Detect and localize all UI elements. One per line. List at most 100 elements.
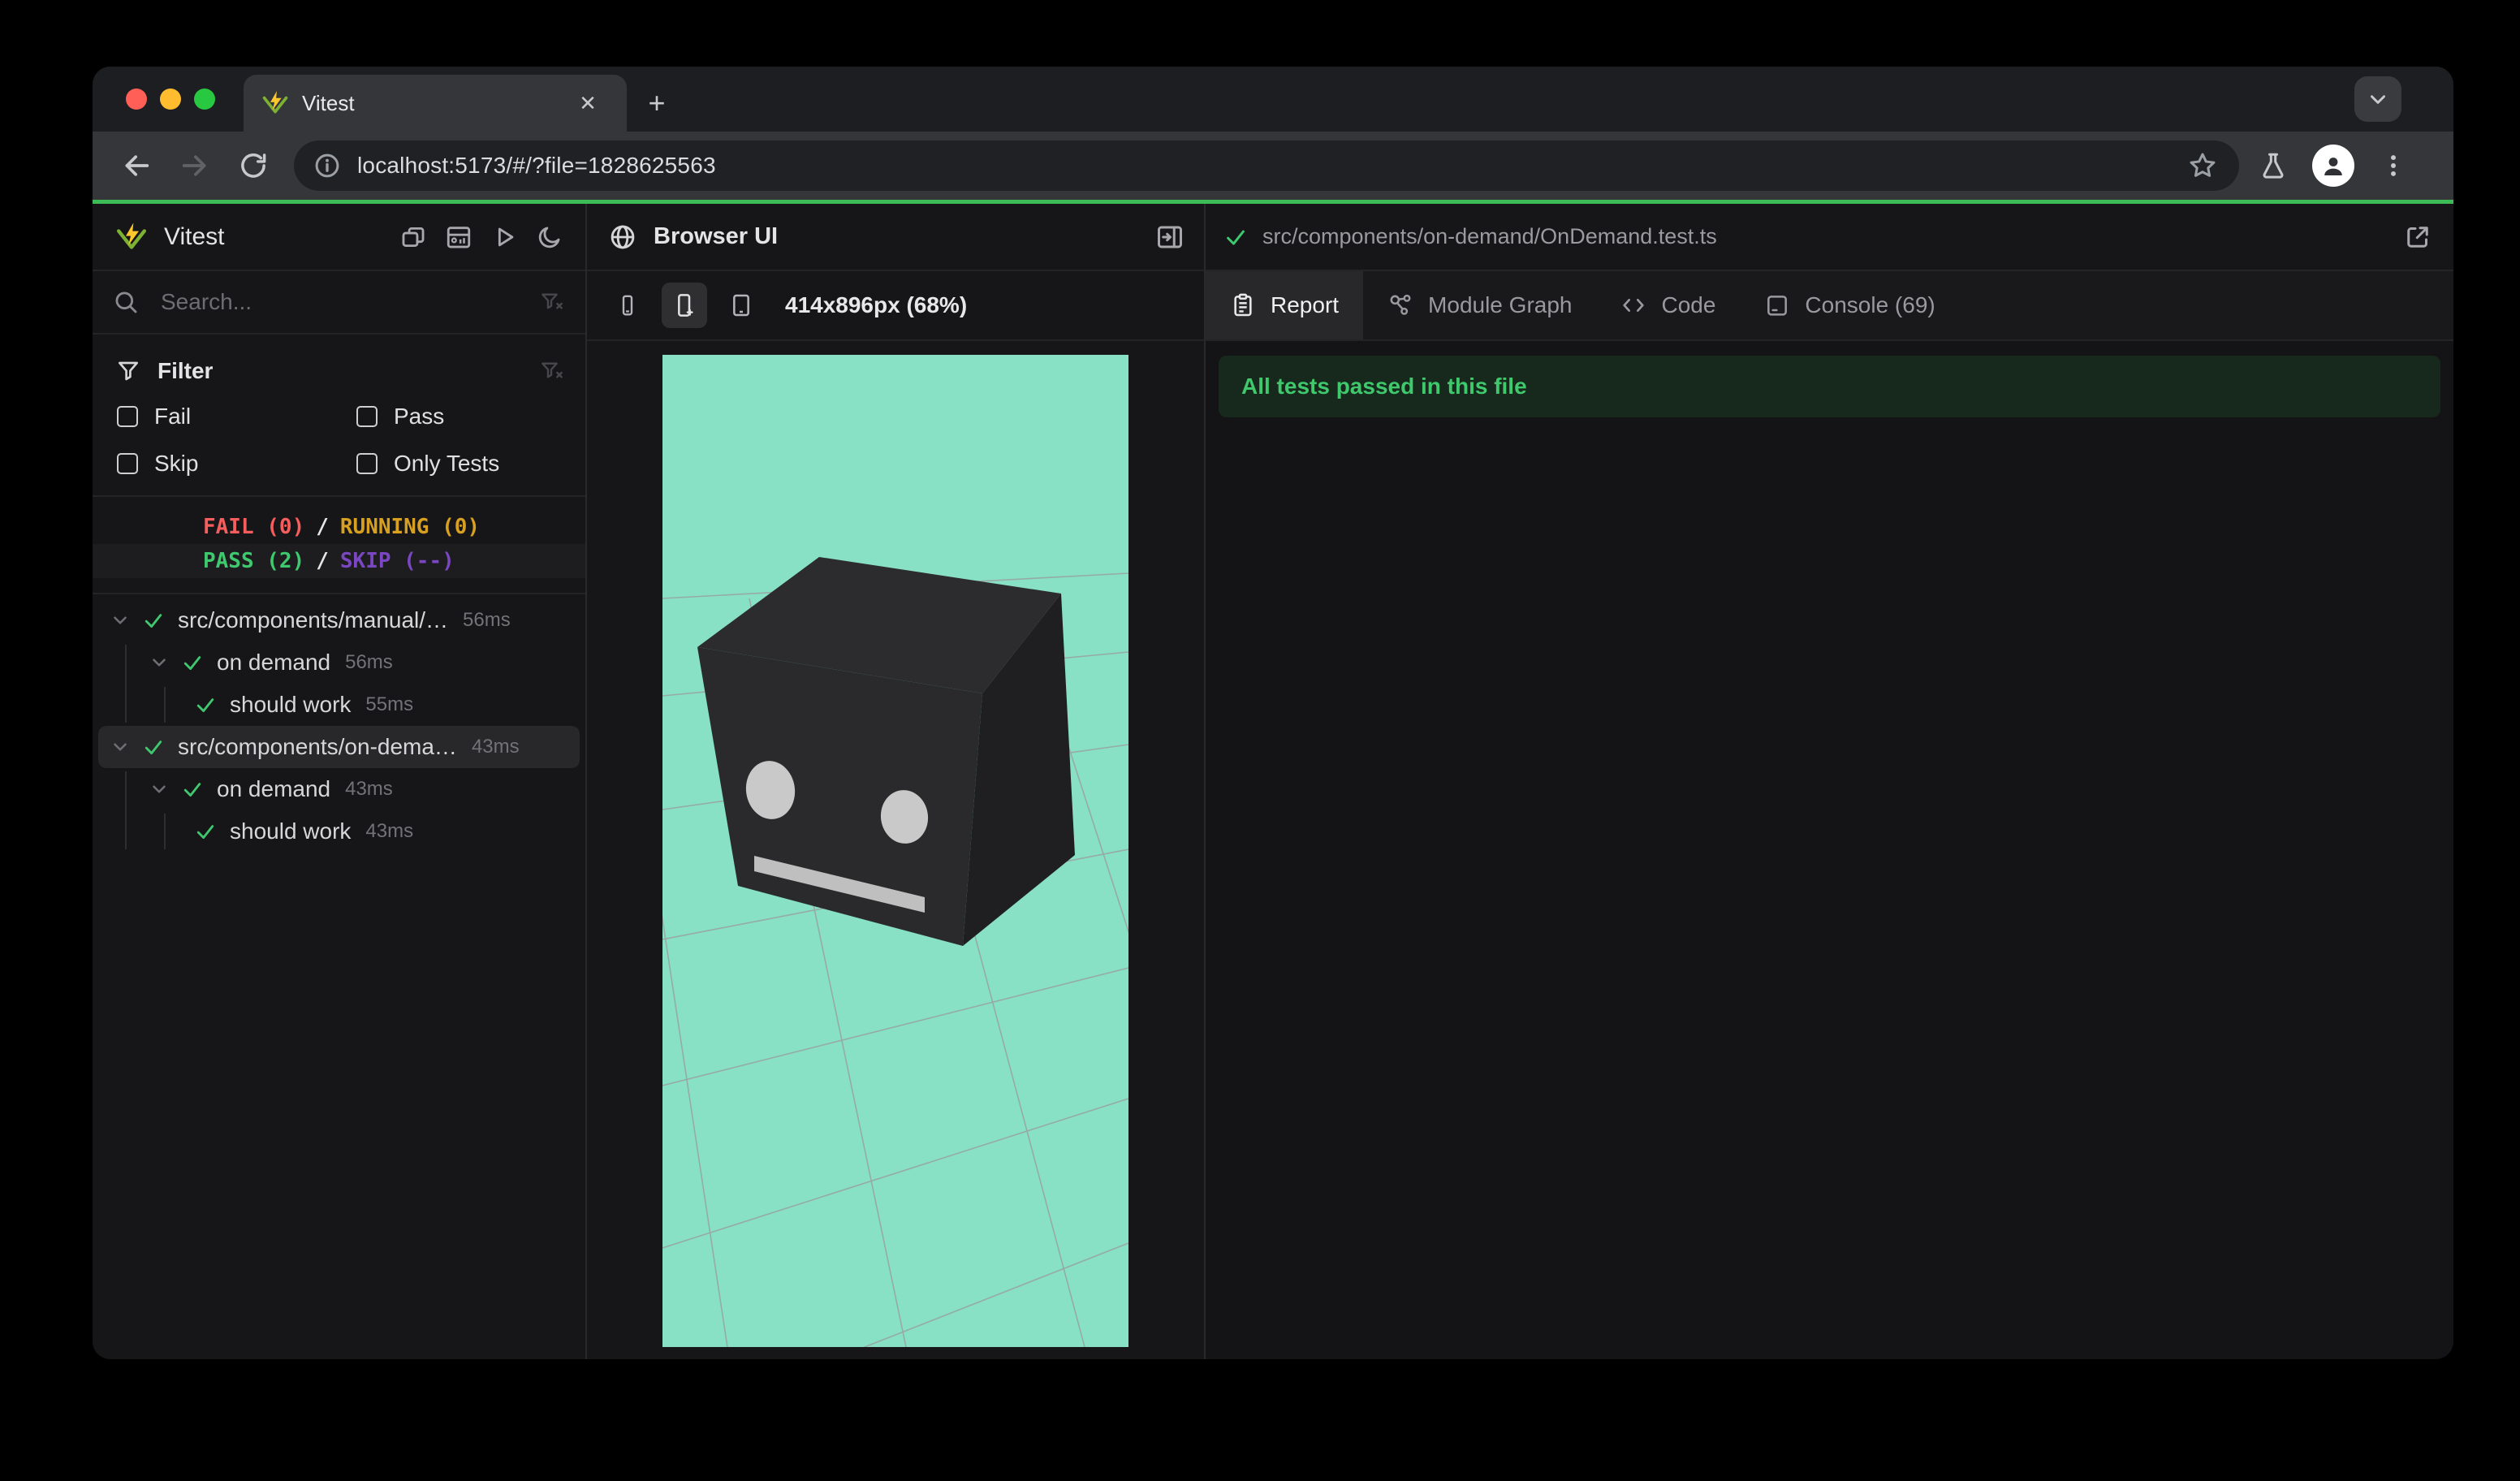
test-duration: 43ms	[471, 736, 520, 758]
address-bar[interactable]: localhost:5173/#/?file=1828625563	[294, 140, 2239, 191]
tree-row-test[interactable]: should work 55ms	[98, 684, 580, 726]
site-info-button[interactable]	[309, 147, 346, 184]
browser-ui-panel: Browser UI 414x896px (68%)	[587, 204, 1204, 1359]
pass-check-icon	[181, 651, 204, 674]
moon-icon	[538, 227, 560, 248]
test-file-label: src/components/on-dema…	[178, 734, 457, 759]
star-icon	[2190, 153, 2216, 177]
experiments-button[interactable]	[2259, 151, 2288, 180]
desktop: Vitest ✕ + localhost:5173/#/?file=182862…	[0, 0, 2520, 1481]
tree-row-test[interactable]: should work 43ms	[98, 810, 580, 853]
globe-icon	[608, 222, 637, 252]
tab-module-graph[interactable]: Module Graph	[1363, 271, 1596, 339]
play-icon	[498, 227, 514, 246]
dashboard-button[interactable]	[444, 222, 473, 252]
tab-search-button[interactable]	[2354, 76, 2401, 122]
tab-close-icon[interactable]: ✕	[573, 89, 602, 118]
test-summary: FAIL (0) / RUNNING (0) PASS (2) / SKIP (--)	[93, 497, 585, 594]
pass-check-icon	[142, 736, 165, 758]
back-button[interactable]	[114, 143, 159, 188]
chevron-down-icon[interactable]	[149, 652, 170, 673]
viewport-toolbar: 414x896px (68%)	[587, 271, 1204, 341]
device-phone-button[interactable]	[662, 283, 707, 328]
device-small-button[interactable]	[605, 283, 650, 328]
checkbox-fail[interactable]	[117, 406, 138, 427]
browser-toolbar: localhost:5173/#/?file=1828625563	[93, 132, 2453, 200]
test-suite-label: on demand	[217, 650, 331, 675]
forward-button[interactable]	[172, 143, 218, 188]
windows-stack-icon	[402, 227, 425, 247]
window-close-button[interactable]	[126, 89, 147, 110]
tab-console[interactable]: Console (69)	[1740, 271, 1959, 339]
open-in-editor-button[interactable]	[2403, 222, 2432, 252]
search-icon	[115, 291, 137, 313]
test-file-path: src/components/on-demand/OnDemand.test.t…	[1262, 224, 1717, 248]
window-minimize-button[interactable]	[160, 89, 181, 110]
checkbox-label: Pass	[394, 404, 445, 429]
checkbox-only-tests[interactable]	[356, 453, 378, 474]
browser-ui-header: Browser UI	[587, 204, 1204, 271]
clear-filter-icon[interactable]	[538, 289, 564, 315]
run-all-button[interactable]	[490, 222, 519, 252]
browser-tab[interactable]: Vitest ✕	[244, 75, 627, 132]
report-panel: src/components/on-demand/OnDemand.test.t…	[1206, 204, 2453, 1359]
viewport-size-label[interactable]: 414x896px (68%)	[785, 292, 967, 318]
robot-cube	[697, 557, 1075, 946]
test-duration: 56ms	[345, 651, 393, 673]
reload-button[interactable]	[231, 143, 276, 188]
profile-button[interactable]	[2312, 145, 2354, 187]
code-icon	[1623, 299, 1645, 312]
chevron-down-icon[interactable]	[110, 610, 131, 631]
tree-row-suite[interactable]: on demand 43ms	[98, 768, 580, 810]
tab-code[interactable]: Code	[1596, 271, 1740, 339]
url-text[interactable]: localhost:5173/#/?file=1828625563	[357, 153, 716, 179]
user-icon	[2324, 158, 2342, 175]
window-zoom-button[interactable]	[194, 89, 215, 110]
new-tab-button[interactable]: +	[638, 84, 675, 122]
chevron-down-icon[interactable]	[149, 779, 170, 800]
test-duration: 56ms	[463, 609, 511, 631]
report-body: All tests passed in this file	[1206, 341, 2453, 1359]
fail-count: FAIL (0)	[203, 515, 305, 539]
filter-option-only-tests[interactable]: Only Tests	[332, 451, 572, 477]
browser-window: Vitest ✕ + localhost:5173/#/?file=182862…	[93, 67, 2453, 1359]
tab-label: Module Graph	[1428, 292, 1573, 317]
filter-option-pass[interactable]: Pass	[332, 404, 572, 430]
report-header: src/components/on-demand/OnDemand.test.t…	[1206, 204, 2453, 271]
flask-icon	[2263, 153, 2284, 179]
sidebar-header: Vitest	[93, 204, 585, 271]
clear-filter-icon	[542, 362, 563, 378]
dock-panel-button[interactable]	[1155, 222, 1184, 252]
back-arrow-icon	[125, 155, 149, 176]
menu-button[interactable]	[2379, 151, 2408, 180]
pass-check-icon	[142, 609, 165, 632]
chevron-down-icon	[2371, 95, 2385, 104]
module-graph-icon	[1390, 294, 1411, 315]
ui-layout-button[interactable]	[399, 222, 428, 252]
chevron-down-icon[interactable]	[110, 736, 131, 758]
tree-row-suite[interactable]: on demand 56ms	[98, 641, 580, 684]
tab-report[interactable]: Report	[1206, 271, 1364, 339]
tree-row-file-selected[interactable]: src/components/on-dema… 43ms	[98, 726, 580, 768]
filter-option-skip[interactable]: Skip	[93, 451, 332, 477]
clear-filter-button[interactable]	[538, 358, 564, 384]
checkbox-pass[interactable]	[356, 406, 378, 427]
toolbar-actions	[2259, 145, 2408, 187]
search-input[interactable]	[159, 288, 538, 316]
test-viewport[interactable]	[662, 355, 1128, 1347]
checkbox-skip[interactable]	[117, 453, 138, 474]
phone-plus-icon	[678, 294, 693, 317]
filter-option-fail[interactable]: Fail	[93, 404, 332, 430]
vitest-logo-icon	[115, 221, 148, 253]
phone-small-icon	[622, 295, 633, 316]
checkbox-label: Skip	[154, 451, 199, 476]
checkbox-label: Fail	[154, 404, 192, 429]
dashboard-icon	[447, 226, 471, 248]
skip-count: SKIP (--)	[339, 549, 455, 573]
tab-label: Console (69)	[1805, 292, 1935, 317]
bookmark-button[interactable]	[2184, 147, 2221, 184]
tree-row-file[interactable]: src/components/manual/… 56ms	[98, 599, 580, 641]
test-suite-label: on demand	[217, 776, 331, 801]
dark-mode-toggle[interactable]	[535, 222, 564, 252]
device-tablet-button[interactable]	[718, 283, 764, 328]
